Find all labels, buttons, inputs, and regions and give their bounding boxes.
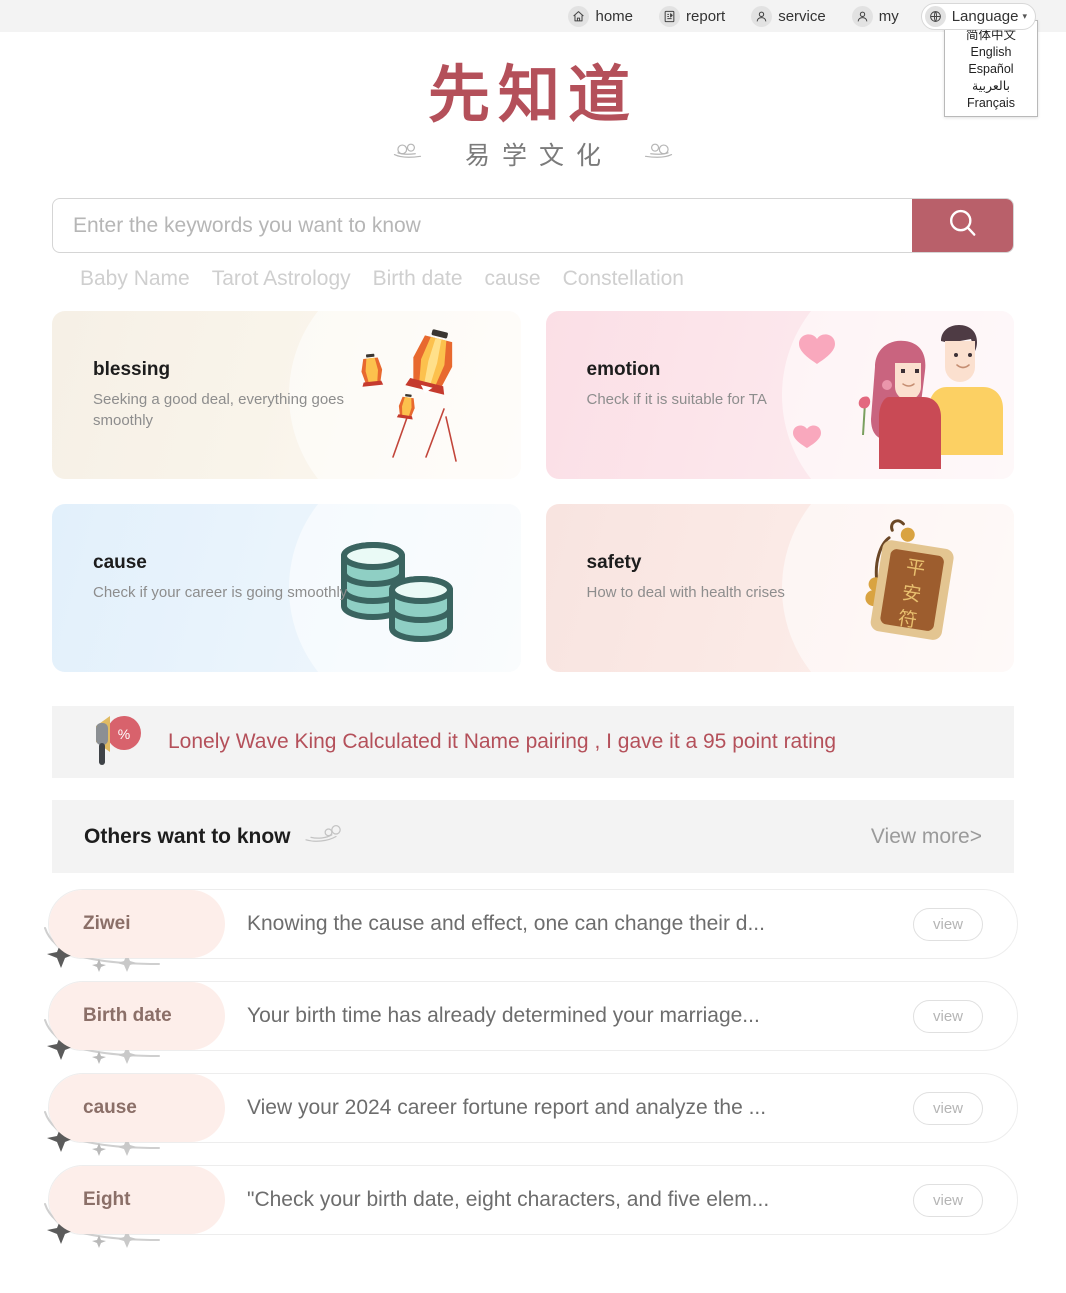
section-title-row: Others want to know [84,821,351,852]
language-option-es[interactable]: Español [945,61,1037,78]
site-logo: 先知道 易学文化 [0,60,1066,172]
row-question-text: Your birth time has already determined y… [247,1004,760,1027]
svg-text:安: 安 [900,582,922,607]
list-item[interactable]: Ziwei Knowing the cause and effect, one … [44,889,1018,972]
quick-tag-constellation[interactable]: Constellation [563,267,684,291]
view-more-link[interactable]: View more > [871,825,982,849]
search-bar[interactable] [52,198,1014,253]
logo-sub-text: 易学文化 [464,141,613,170]
row-category-tag: Eight [49,1166,225,1234]
row-view-button[interactable]: view [913,1091,983,1125]
row-category-tag: cause [49,1074,225,1142]
service-icon [751,5,773,27]
svg-text:%: % [118,726,130,742]
quick-tag-birth-date[interactable]: Birth date [373,267,463,291]
quick-search-tags: Baby Name Tarot Astrology Birth date cau… [52,267,1014,291]
row-category-label: Ziwei [83,913,131,934]
card-title: blessing [93,359,171,380]
language-option-en[interactable]: English [945,44,1037,61]
home-icon [568,5,590,27]
megaphone-percent-icon: % [84,712,150,773]
row-view-button[interactable]: view [913,907,983,941]
quick-tag-cause[interactable]: cause [485,267,541,291]
nav-item-home[interactable]: home [568,5,634,27]
card-title: safety [586,552,642,573]
row-question-text: View your 2024 career fortune report and… [247,1096,767,1119]
question-list: Ziwei Knowing the cause and effect, one … [44,889,1018,1248]
nav-label-home: home [595,7,634,25]
globe-icon [924,5,946,27]
card-description: Seeking a good deal, everything goes smo… [93,391,345,429]
nav-item-service[interactable]: service [751,5,826,27]
list-item[interactable]: Birth date Your birth time has already d… [44,981,1018,1064]
search-button[interactable] [912,199,1013,252]
announcement-text: Lonely Wave King Calculated it Name pair… [168,730,837,753]
cloud-ornament-right-icon [623,139,675,170]
language-option-fr[interactable]: Français [945,95,1037,112]
cloud-swirl-icon [301,821,351,852]
logo-subtitle-row: 易学文化 [0,136,1066,172]
row-view-button[interactable]: view [913,1183,983,1217]
row-view-button[interactable]: view [913,999,983,1033]
nav-item-report[interactable]: report [659,5,726,27]
others-want-to-know-header: Others want to know View more > [52,800,1014,873]
language-dropdown-menu[interactable]: 简体中文 English Español بالعربية Français [944,19,1038,117]
feature-card-safety[interactable]: 平 安 符 safety How to deal with health cri… [545,504,1014,672]
feature-card-grid: blessing Seeking a good deal, everything… [52,311,1014,672]
top-navigation-bar: home report service my Language ▾ 简体中文 E… [0,0,1066,117]
chevron-right-icon: > [969,824,982,848]
feature-card-emotion[interactable]: emotion Check if it is suitable for TA [545,311,1014,479]
list-item[interactable]: cause View your 2024 career fortune repo… [44,1073,1018,1156]
row-category-label: Eight [83,1189,131,1210]
row-category-tag: Ziwei [49,890,225,958]
row-category-label: Birth date [83,1005,172,1026]
row-category-tag: Birth date [49,982,225,1050]
view-more-label: View more [870,824,970,848]
language-button[interactable]: Language ▾ [920,2,1036,30]
announcement-banner[interactable]: % Lonely Wave King Calculated it Name pa… [52,706,1014,778]
list-item[interactable]: Eight "Check your birth date, eight char… [44,1165,1018,1248]
language-switcher[interactable]: Language ▾ 简体中文 English Español بالعربية… [920,2,1038,117]
language-option-ar[interactable]: بالعربية [945,78,1037,95]
nav-label-my: my [878,7,899,25]
card-description: How to deal with health crises [586,584,785,601]
card-title: cause [93,552,147,573]
user-icon [851,5,873,27]
nav-label-service: service [778,7,826,25]
card-title: emotion [586,359,661,380]
card-description: Check if it is suitable for TA [586,391,767,408]
logo-main-text: 先知道 [427,58,638,131]
feature-card-blessing[interactable]: blessing Seeking a good deal, everything… [52,311,521,479]
language-label: Language [951,7,1019,25]
svg-text:符: 符 [896,607,918,632]
search-icon [945,206,981,245]
quick-tag-baby-name[interactable]: Baby Name [80,267,190,291]
search-input[interactable] [53,199,912,252]
nav-label-report: report [686,7,726,25]
row-question-text: "Check your birth date, eight characters… [247,1188,770,1211]
quick-tag-tarot-astrology[interactable]: Tarot Astrology [212,267,351,291]
report-icon [659,5,681,27]
cloud-ornament-left-icon [391,139,443,170]
chevron-down-icon: ▾ [1022,10,1027,21]
row-category-label: cause [83,1097,137,1118]
section-title: Others want to know [84,824,291,848]
feature-card-cause[interactable]: cause Check if your career is going smoo… [52,504,521,672]
nav-item-my[interactable]: my [851,5,899,27]
row-question-text: Knowing the cause and effect, one can ch… [247,912,765,935]
card-description: Check if your career is going smoothly [93,584,348,601]
